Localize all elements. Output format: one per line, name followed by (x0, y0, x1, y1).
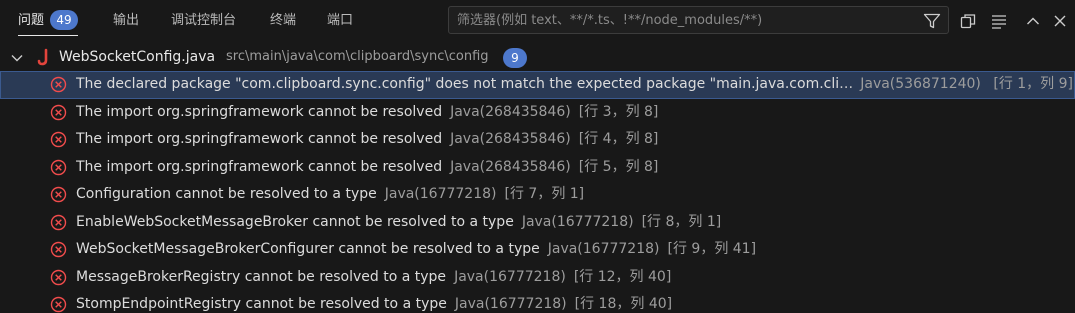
error-icon (50, 241, 67, 258)
tab-ports[interactable]: 端口 (327, 0, 353, 42)
tab-problems[interactable]: 问题 49 (18, 0, 79, 42)
problem-message-line: The import org.springframework cannot be… (76, 154, 1071, 181)
problem-position: [行 3，列 8] (578, 103, 659, 120)
problem-message: The import org.springframework cannot be… (76, 158, 443, 175)
problem-position: [行 1，列 9] (993, 76, 1073, 92)
problem-code: Java(16777218) (454, 296, 567, 312)
problem-row[interactable]: MessageBrokerRegistry cannot be resolved… (0, 264, 1075, 292)
tab-terminal[interactable]: 终端 (270, 0, 296, 42)
problem-position: [行 18，列 40] (574, 296, 673, 312)
filter-input[interactable] (457, 7, 917, 33)
problem-row[interactable]: The import org.springframework cannot be… (0, 154, 1075, 182)
problem-message: The import org.springframework cannot be… (76, 103, 443, 120)
problem-row[interactable]: The import org.springframework cannot be… (0, 99, 1075, 127)
problem-code: Java(268435846) (450, 103, 571, 120)
problem-position: [行 5，列 8] (578, 158, 659, 175)
problem-message-line: MessageBrokerRegistry cannot be resolved… (76, 264, 1071, 291)
problem-message-line: WebSocketMessageBrokerConfigurer cannot … (76, 236, 1071, 263)
problem-code: Java(16777218) (384, 186, 497, 202)
problem-message: EnableWebSocketMessageBroker cannot be r… (76, 213, 514, 230)
problem-row[interactable]: The import org.springframework cannot be… (0, 126, 1075, 154)
tab-output-label: 输出 (113, 13, 140, 28)
problem-position: [行 7，列 1] (504, 186, 585, 202)
problem-row[interactable]: WebSocketMessageBrokerConfigurer cannot … (0, 236, 1075, 264)
problem-code: Java(16777218) (521, 213, 634, 230)
tab-debug-console-label: 调试控制台 (171, 13, 237, 28)
problem-position: [行 8，列 1] (641, 213, 722, 230)
problem-position: [行 9，列 41] (667, 241, 757, 257)
problem-code: Java(268435846) (450, 131, 571, 147)
java-icon (37, 43, 51, 71)
error-icon (50, 131, 67, 148)
problem-code: Java(536871240) (860, 76, 981, 92)
filter-box (448, 6, 949, 34)
tab-terminal-label: 终端 (270, 13, 297, 28)
error-icon (50, 76, 67, 93)
problem-message: The declared package "com.clipboard.sync… (76, 76, 855, 92)
problem-code: Java(268435846) (450, 158, 571, 175)
problem-position: [行 12，列 40] (573, 268, 672, 285)
problem-row[interactable]: StompEndpointRegistry cannot be resolved… (0, 291, 1075, 313)
file-tree-item[interactable]: WebSocketConfig.java src\main\java\com\c… (0, 43, 1075, 71)
problem-message-line: StompEndpointRegistry cannot be resolved… (76, 291, 1071, 313)
error-icon (50, 104, 67, 121)
view-as-list-icon[interactable] (989, 11, 1009, 31)
problem-message: StompEndpointRegistry cannot be resolved… (76, 296, 447, 312)
file-name: WebSocketConfig.java (59, 49, 216, 65)
problem-message-line: The declared package "com.clipboard.sync… (76, 71, 855, 98)
tab-problems-label: 问题 (18, 13, 45, 28)
problem-code: Java(16777218) (454, 268, 566, 285)
problems-list: The declared package "com.clipboard.sync… (0, 71, 1075, 313)
problem-row[interactable]: Configuration cannot be resolved to a ty… (0, 181, 1075, 209)
problem-message: WebSocketMessageBrokerConfigurer cannot … (76, 241, 540, 257)
file-path: src\main\java\com\clipboard\sync\config (226, 49, 489, 64)
file-problem-count-badge: 9 (503, 48, 527, 68)
tab-output[interactable]: 输出 (113, 0, 139, 42)
error-icon (50, 296, 67, 313)
problem-message-line: The import org.springframework cannot be… (76, 99, 1071, 126)
problem-code: Java(16777218) (547, 241, 660, 257)
problem-row[interactable]: The declared package "com.clipboard.sync… (0, 71, 1075, 99)
filter-icon[interactable] (922, 11, 942, 31)
problem-meta: Java(536871240) [行 1，列 9] (860, 71, 1073, 98)
problems-panel: 问题 49 输出 调试控制台 终端 端口 筛选器(例如 text、**/*.ts… (0, 0, 1075, 313)
chevron-down-icon[interactable] (9, 50, 25, 66)
problem-message: Configuration cannot be resolved to a ty… (76, 186, 377, 202)
problem-message: The import org.springframework cannot be… (76, 131, 443, 147)
panel-header: 问题 49 输出 调试控制台 终端 端口 (0, 0, 1075, 42)
error-icon (50, 159, 67, 176)
chevron-up-icon[interactable] (1023, 11, 1043, 31)
problem-message-line: Configuration cannot be resolved to a ty… (76, 181, 1071, 208)
problem-row[interactable]: EnableWebSocketMessageBroker cannot be r… (0, 209, 1075, 237)
problem-message: MessageBrokerRegistry cannot be resolved… (76, 268, 447, 285)
copy-icon[interactable] (958, 11, 978, 31)
error-icon (50, 186, 67, 203)
tab-debug-console[interactable]: 调试控制台 (171, 0, 236, 42)
problem-message-line: The import org.springframework cannot be… (76, 126, 1071, 153)
error-icon (50, 269, 67, 286)
error-icon (50, 214, 67, 231)
problem-position: [行 4，列 8] (578, 131, 659, 147)
tab-ports-label: 端口 (327, 13, 354, 28)
problem-message-line: EnableWebSocketMessageBroker cannot be r… (76, 209, 1071, 236)
problems-count-badge: 49 (50, 9, 79, 30)
close-icon[interactable] (1050, 11, 1070, 31)
